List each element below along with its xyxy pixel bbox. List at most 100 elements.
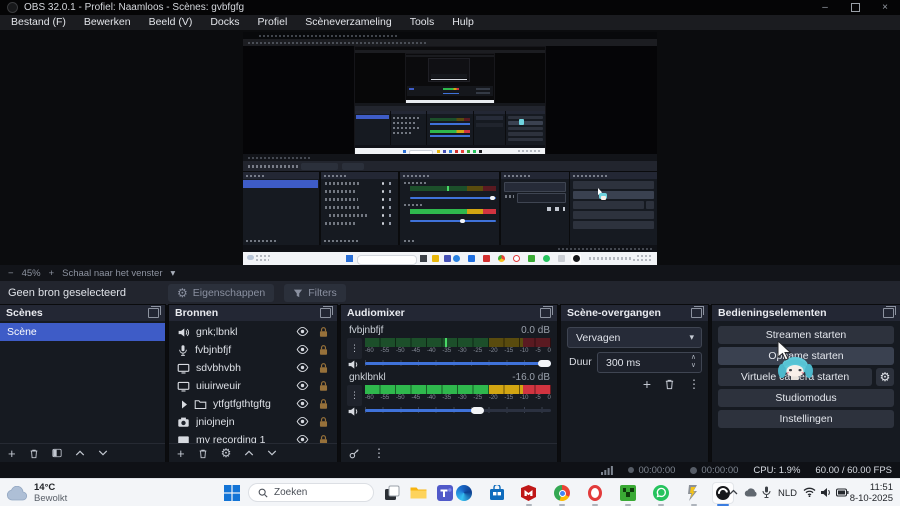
- mixer-channel-menu-button[interactable]: ⋮: [347, 385, 362, 406]
- recursive-level-3: [354, 46, 546, 155]
- source-properties-button[interactable]: ⚙: [221, 447, 232, 459]
- taskbar-clock[interactable]: 11:51 8-10-2025: [850, 482, 893, 504]
- menu-bewerken[interactable]: Bewerken: [75, 15, 140, 30]
- lock-icon[interactable]: [318, 380, 329, 392]
- panel-popout-icon[interactable]: [691, 306, 704, 318]
- search-box[interactable]: Zoeken: [248, 483, 374, 502]
- panel-popout-icon[interactable]: [148, 306, 161, 318]
- visibility-eye-icon[interactable]: [296, 416, 309, 427]
- panel-popout-icon[interactable]: [883, 306, 896, 318]
- duration-spinner[interactable]: ∧ ∨: [691, 354, 696, 370]
- add-source-button[interactable]: +: [177, 447, 185, 460]
- zoom-out-button[interactable]: −: [8, 268, 14, 279]
- file-explorer-icon[interactable]: [410, 485, 427, 501]
- search-placeholder: Zoeken: [274, 487, 308, 498]
- restore-button[interactable]: [840, 0, 870, 15]
- advanced-audio-icon[interactable]: [349, 448, 360, 459]
- lock-icon[interactable]: [318, 398, 329, 410]
- wifi-icon[interactable]: [803, 487, 816, 497]
- meter-scale-tick: -15: [504, 348, 514, 354]
- visibility-eye-icon[interactable]: [296, 362, 309, 373]
- onedrive-cloud-icon[interactable]: [744, 488, 758, 497]
- lock-icon[interactable]: [318, 344, 329, 356]
- menu-beeld[interactable]: Beeld (V): [140, 15, 202, 30]
- source-row[interactable]: fvbjnbfjf: [169, 341, 337, 359]
- visibility-eye-icon[interactable]: [296, 326, 309, 337]
- visibility-eye-icon[interactable]: [296, 344, 309, 355]
- menu-sceneverzameling[interactable]: Scèneverzameling: [296, 15, 400, 30]
- mute-speaker-icon[interactable]: [347, 405, 360, 418]
- source-row[interactable]: sdvbhvbh: [169, 359, 337, 377]
- volume-slider[interactable]: [365, 404, 551, 416]
- duration-input[interactable]: 300 ms ∧ ∨: [597, 352, 702, 373]
- properties-button[interactable]: ⚙ Eigenschappen: [168, 284, 275, 302]
- meter-scale-tick: -45: [411, 395, 421, 401]
- obs-logo-icon: [7, 2, 18, 13]
- add-scene-button[interactable]: +: [8, 447, 16, 460]
- remove-transition-button[interactable]: [664, 378, 675, 390]
- mixer-menu-button[interactable]: ⋮: [373, 447, 385, 459]
- edge-icon[interactable]: [456, 485, 472, 501]
- microsoft-store-icon[interactable]: [489, 485, 505, 501]
- teams-icon[interactable]: [437, 485, 453, 501]
- panel-popout-icon[interactable]: [320, 306, 333, 318]
- remove-source-button[interactable]: [198, 448, 208, 459]
- chrome-icon[interactable]: [554, 485, 570, 501]
- mcafee-icon[interactable]: [521, 485, 537, 501]
- settings-button[interactable]: Instellingen: [718, 410, 894, 428]
- epic-lightning-icon[interactable]: [686, 485, 702, 501]
- menu-profiel[interactable]: Profiel: [249, 15, 297, 30]
- mute-speaker-icon[interactable]: [347, 358, 360, 371]
- source-row-group[interactable]: ytfgtfgthtgftg: [169, 395, 337, 413]
- keyboard-language[interactable]: NLD: [778, 488, 797, 499]
- move-scene-down-button[interactable]: [98, 449, 108, 457]
- whatsapp-icon[interactable]: [653, 485, 669, 501]
- transition-select[interactable]: Vervagen ▾: [567, 327, 702, 348]
- transition-menu-button[interactable]: ⋮: [688, 378, 700, 390]
- taskbar-weather-widget[interactable]: 14°C Bewolkt: [6, 482, 67, 504]
- move-source-up-button[interactable]: [244, 449, 254, 457]
- lock-icon[interactable]: [318, 362, 329, 374]
- battery-pen-icon[interactable]: [836, 488, 849, 497]
- visibility-eye-icon[interactable]: [296, 380, 309, 391]
- lock-icon[interactable]: [318, 326, 329, 338]
- zoom-in-button[interactable]: +: [49, 268, 55, 279]
- visibility-eye-icon[interactable]: [296, 398, 309, 409]
- close-button[interactable]: ×: [870, 0, 900, 15]
- minecraft-creeper-icon[interactable]: [620, 485, 636, 501]
- tray-microphone-icon[interactable]: [762, 486, 771, 499]
- source-row[interactable]: uiuirweuir: [169, 377, 337, 395]
- studio-mode-button[interactable]: Studiomodus: [718, 389, 894, 407]
- scale-mode-label[interactable]: Schaal naar het venster: [62, 268, 162, 279]
- preview-display-capture[interactable]: [243, 32, 657, 265]
- remove-scene-button[interactable]: [29, 448, 39, 459]
- scale-mode-caret-icon[interactable]: ▾: [170, 268, 175, 279]
- panel-popout-icon[interactable]: [540, 306, 553, 318]
- menu-docks[interactable]: Docks: [201, 15, 248, 30]
- speaker-volume-icon[interactable]: [820, 487, 832, 498]
- volume-slider-handle[interactable]: [538, 359, 551, 367]
- mixer-channel-menu-button[interactable]: ⋮: [347, 338, 362, 359]
- lock-icon[interactable]: [318, 416, 329, 428]
- filters-button[interactable]: Filters: [284, 284, 346, 302]
- virtual-camera-settings-button[interactable]: ⚙: [876, 368, 894, 386]
- menu-tools[interactable]: Tools: [401, 15, 444, 30]
- opera-icon[interactable]: [587, 485, 603, 501]
- source-row[interactable]: gnk;lbnkl: [169, 323, 337, 341]
- volume-slider[interactable]: [365, 357, 551, 369]
- add-transition-button[interactable]: +: [643, 377, 651, 391]
- source-row[interactable]: jniojnejn: [169, 413, 337, 431]
- move-source-down-button[interactable]: [267, 449, 277, 457]
- volume-slider-handle[interactable]: [471, 406, 485, 414]
- menu-bestand[interactable]: Bestand (F): [2, 15, 75, 30]
- expand-arrow-icon[interactable]: [181, 400, 188, 409]
- move-scene-up-button[interactable]: [75, 449, 85, 457]
- minimize-button[interactable]: –: [810, 0, 840, 15]
- scene-list-item[interactable]: Scène: [0, 323, 165, 341]
- source-toolbar: Geen bron geselecteerd ⚙ Eigenschappen F…: [0, 281, 900, 305]
- tray-chevron-up-icon[interactable]: [729, 489, 738, 495]
- start-button[interactable]: [224, 485, 240, 501]
- menu-hulp[interactable]: Hulp: [443, 15, 483, 30]
- scene-filters-button[interactable]: [52, 448, 62, 458]
- task-view-icon[interactable]: [384, 485, 400, 501]
